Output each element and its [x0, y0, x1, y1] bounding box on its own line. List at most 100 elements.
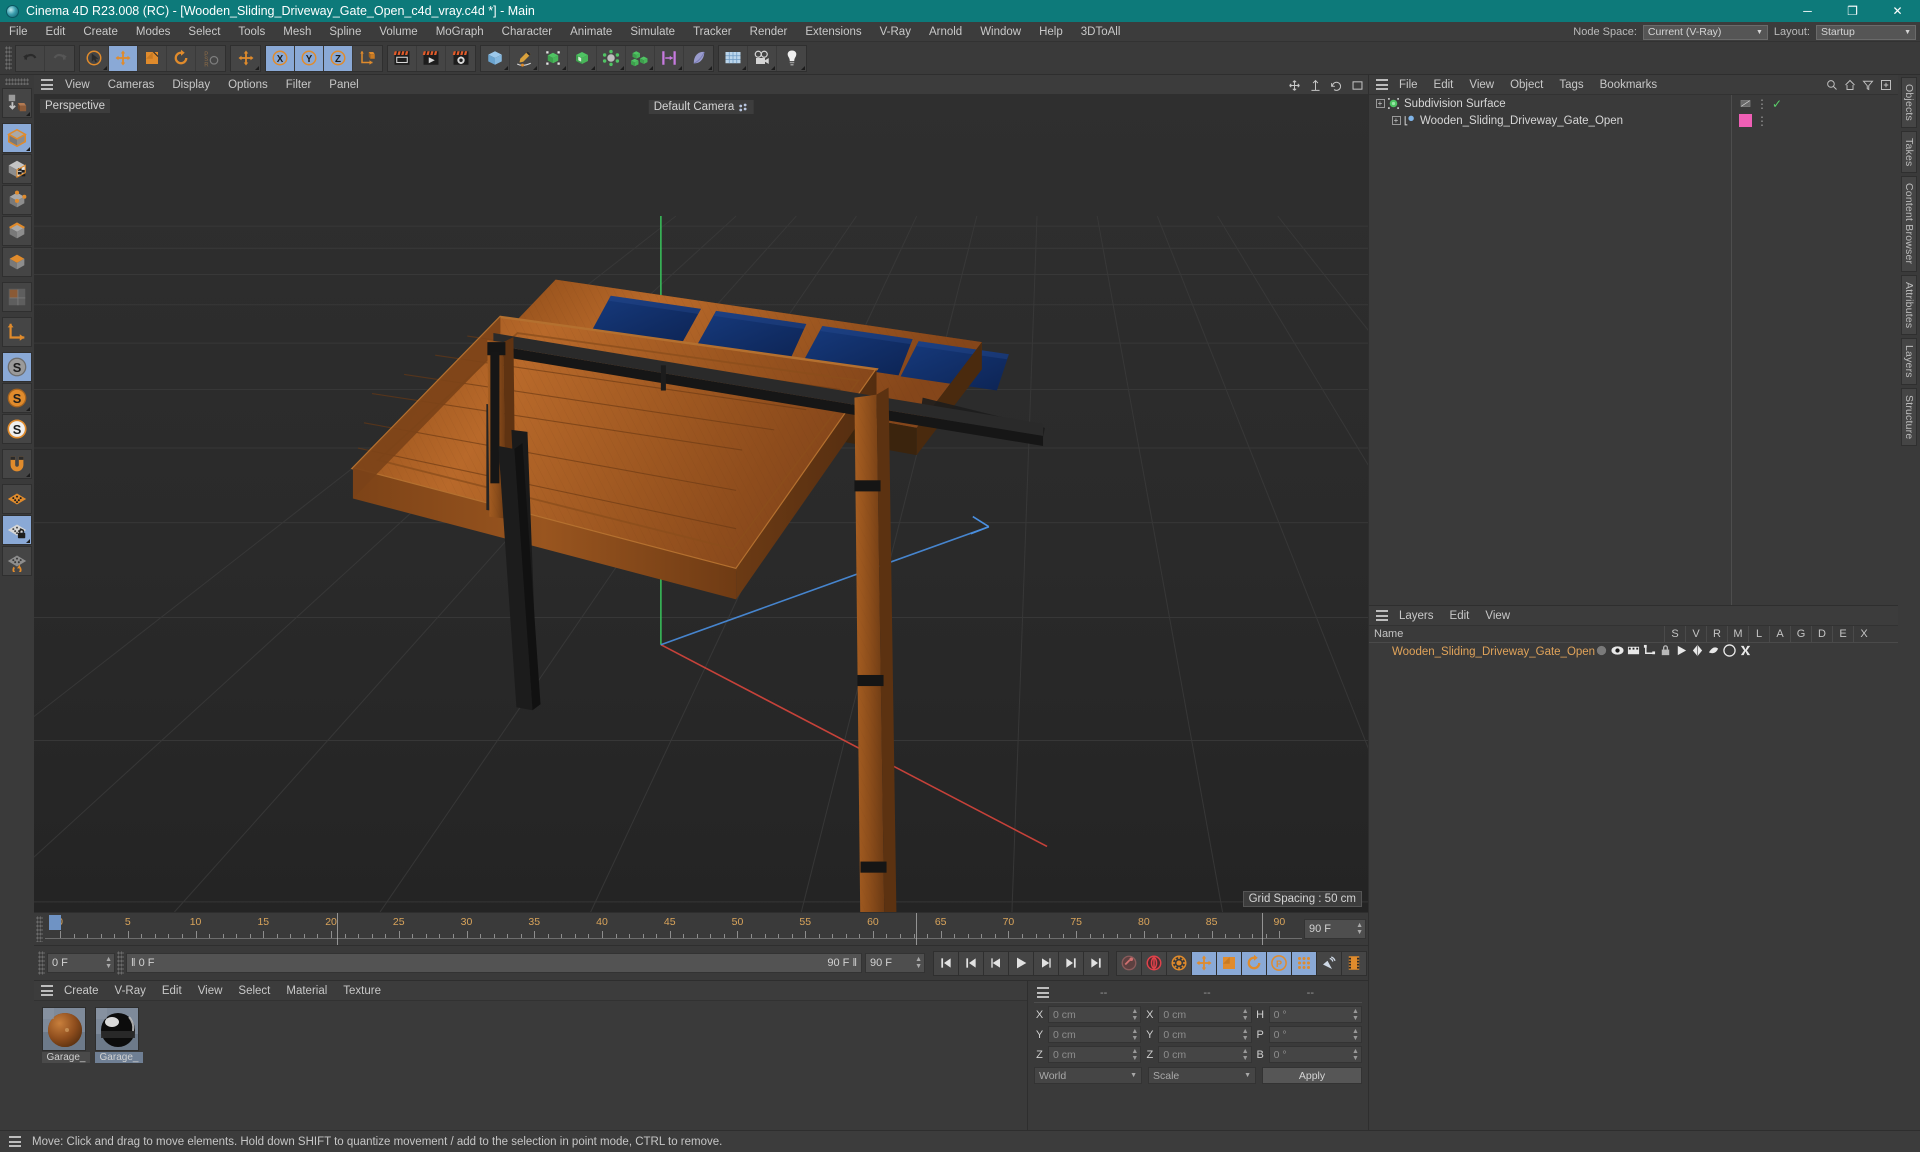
- object-axis-toggle[interactable]: S: [2, 352, 32, 382]
- redo-button[interactable]: [45, 46, 74, 71]
- planar-workplane-button[interactable]: [2, 546, 32, 576]
- flyout-indicator[interactable]: [26, 539, 30, 543]
- toolbar-flyout-indicator[interactable]: [620, 65, 624, 70]
- layer-menu-edit[interactable]: Edit: [1442, 606, 1478, 626]
- new-layer-icon[interactable]: [1880, 79, 1892, 91]
- viewport-menu-cameras[interactable]: Cameras: [99, 75, 164, 95]
- coord-system-select[interactable]: World ▼: [1034, 1067, 1142, 1084]
- record-pla-button[interactable]: P: [1266, 950, 1292, 976]
- layer-color-tag[interactable]: [1739, 114, 1752, 127]
- toolbar-flyout-indicator[interactable]: [103, 65, 107, 70]
- layer-toggle-g[interactable]: [1691, 644, 1704, 660]
- current-frame-field[interactable]: 0 F ▲ ▼: [47, 953, 115, 973]
- expand-toggle[interactable]: +: [1389, 116, 1403, 125]
- viewport-menu-view[interactable]: View: [56, 75, 99, 95]
- coord-position-field[interactable]: 0 cm ▲ ▼: [1048, 1046, 1142, 1063]
- home-icon[interactable]: [1844, 79, 1856, 91]
- record-position-button[interactable]: [1191, 950, 1217, 976]
- coord-size-field[interactable]: 0 cm ▲ ▼: [1158, 1046, 1252, 1063]
- mask-tag-icon[interactable]: [1739, 98, 1752, 109]
- spinner-icon[interactable]: ▲ ▼: [1352, 1048, 1359, 1062]
- timeline-playhead[interactable]: [48, 915, 61, 930]
- timeline-ruler[interactable]: 051015202530354045505560657075808590: [45, 913, 1302, 945]
- film-strip-button[interactable]: [1341, 950, 1367, 976]
- add-floor-button[interactable]: [719, 45, 748, 71]
- filter-icon[interactable]: [1862, 79, 1874, 91]
- rail-tab-objects[interactable]: Objects: [1901, 77, 1917, 128]
- edges-mode-button[interactable]: [2, 216, 32, 246]
- make-editable-button[interactable]: [2, 88, 32, 118]
- spinner-icon[interactable]: ▲ ▼: [1242, 1048, 1249, 1062]
- menu-item-tracker[interactable]: Tracker: [684, 22, 741, 42]
- rail-tab-attributes[interactable]: Attributes: [1901, 274, 1917, 335]
- layer-rows[interactable]: Wooden_Sliding_Driveway_Gate_Open: [1369, 643, 1898, 660]
- layer-toggle-x[interactable]: [1739, 644, 1752, 660]
- layer-toggle-d[interactable]: [1707, 644, 1720, 660]
- add-camera-button[interactable]: [748, 45, 777, 71]
- layer-toggle-e[interactable]: [1723, 643, 1736, 660]
- spinner-icon[interactable]: ▲ ▼: [1242, 1008, 1249, 1022]
- rail-tab-structure[interactable]: Structure: [1901, 387, 1917, 447]
- toolbar-flyout-indicator[interactable]: [562, 65, 566, 70]
- record-rotation-button[interactable]: [1241, 950, 1267, 976]
- enabled-check-icon[interactable]: ✓: [1772, 97, 1782, 111]
- object-menu-view[interactable]: View: [1461, 75, 1502, 95]
- z-axis-lock[interactable]: Z: [324, 45, 353, 71]
- enable-axis-modification-button[interactable]: [2, 317, 32, 347]
- layer-menu-view[interactable]: View: [1477, 606, 1518, 626]
- object-menu-tags[interactable]: Tags: [1551, 75, 1591, 95]
- timeline-end-field[interactable]: 90 F ▲ ▼: [1304, 919, 1366, 939]
- axis-toggle-3[interactable]: S: [2, 414, 32, 444]
- minimize-button[interactable]: ─: [1785, 0, 1830, 22]
- spinner-icon[interactable]: ▲ ▼: [1356, 922, 1363, 936]
- rotate-tool[interactable]: [167, 45, 196, 71]
- coord-rotation-field[interactable]: 0 ° ▲ ▼: [1268, 1006, 1362, 1023]
- flyout-indicator[interactable]: [26, 147, 30, 151]
- world-axis-toggle[interactable]: S: [2, 383, 32, 413]
- coord-rotation-field[interactable]: 0 ° ▲ ▼: [1268, 1026, 1362, 1043]
- add-generator-button[interactable]: [539, 45, 568, 71]
- toolbar-flyout-indicator[interactable]: [678, 65, 682, 70]
- layer-menu-icon[interactable]: [1373, 607, 1391, 625]
- maximize-button[interactable]: ❐: [1830, 0, 1875, 22]
- toolbar-flyout-indicator[interactable]: [771, 65, 775, 70]
- menu-item-help[interactable]: Help: [1030, 22, 1072, 42]
- menu-item-3dtoall[interactable]: 3DToAll: [1072, 22, 1130, 42]
- viewport-menu-options[interactable]: Options: [219, 75, 277, 95]
- move-duplicate-tool[interactable]: [231, 46, 260, 71]
- step-forward-button[interactable]: [1033, 950, 1059, 976]
- pan-icon[interactable]: [1288, 79, 1301, 92]
- spinner-icon[interactable]: ▲ ▼: [1352, 1008, 1359, 1022]
- toolbar-flyout-indicator[interactable]: [591, 65, 595, 70]
- record-button[interactable]: [1141, 950, 1167, 976]
- add-deformer-button[interactable]: [597, 45, 626, 71]
- object-menu-file[interactable]: File: [1391, 75, 1426, 95]
- layer-col-v[interactable]: V: [1685, 625, 1706, 643]
- object-menu-edit[interactable]: Edit: [1426, 75, 1462, 95]
- expand-toggle[interactable]: +: [1373, 99, 1387, 108]
- material-menu-icon[interactable]: [38, 982, 56, 1000]
- step-back-button[interactable]: [983, 950, 1009, 976]
- toolbar-grip[interactable]: [5, 46, 12, 70]
- menu-item-spline[interactable]: Spline: [320, 22, 370, 42]
- undo-button[interactable]: [16, 45, 45, 71]
- points-mode-button[interactable]: [2, 185, 32, 215]
- spinner-icon[interactable]: ▲ ▼: [1131, 1008, 1138, 1022]
- material-menu-select[interactable]: Select: [230, 981, 278, 1001]
- flyout-indicator[interactable]: [26, 407, 30, 411]
- move-tool[interactable]: [109, 45, 138, 71]
- object-menu-object[interactable]: Object: [1502, 75, 1551, 95]
- node-space-select[interactable]: Current (V-Ray) ▼: [1642, 24, 1768, 40]
- material-item[interactable]: Garage_: [95, 1007, 143, 1063]
- material-menu-create[interactable]: Create: [56, 981, 107, 1001]
- enable-snapping-button[interactable]: [2, 449, 32, 479]
- status-menu-icon[interactable]: [6, 1133, 24, 1151]
- spinner-icon[interactable]: ▲ ▼: [105, 956, 112, 970]
- menu-item-extensions[interactable]: Extensions: [796, 22, 870, 42]
- left-toolbar-grip[interactable]: [5, 78, 29, 85]
- material-menu-material[interactable]: Material: [278, 981, 335, 1001]
- menu-item-file[interactable]: File: [0, 22, 37, 42]
- model-mode-button[interactable]: [2, 123, 32, 153]
- toolbar-flyout-indicator[interactable]: [533, 65, 537, 70]
- transport-grip[interactable]: [38, 951, 45, 975]
